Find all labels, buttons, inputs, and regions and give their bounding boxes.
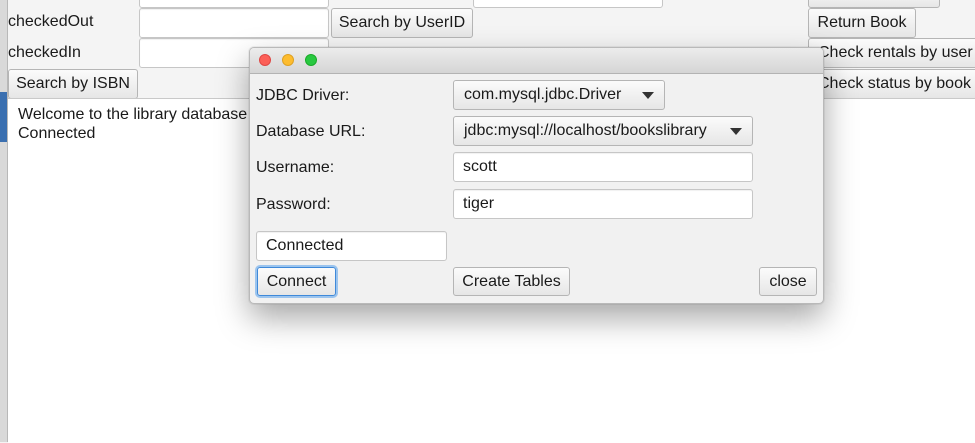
jdbc-driver-select[interactable]: com.mysql.jdbc.Driver [453, 80, 665, 110]
connection-status-field[interactable]: Connected [256, 231, 447, 261]
username-field[interactable]: scott [453, 152, 753, 182]
chevron-down-icon [642, 91, 654, 99]
database-url-value: jdbc:mysql://localhost/bookslibrary [464, 122, 707, 139]
close-window-icon[interactable] [259, 54, 271, 66]
top-field-2[interactable] [473, 0, 663, 8]
top-field-1[interactable] [139, 0, 329, 8]
checked-in-label: checkedIn [8, 44, 81, 61]
search-by-userid-button[interactable]: Search by UserID [331, 8, 473, 38]
background-window-edge [0, 0, 8, 442]
zoom-window-icon[interactable] [305, 54, 317, 66]
jdbc-driver-value: com.mysql.jdbc.Driver [464, 86, 622, 103]
background-window-accent [0, 92, 7, 142]
checked-out-label: checkedOut [8, 13, 94, 30]
checked-out-field[interactable] [139, 8, 329, 38]
dialog-titlebar[interactable] [250, 48, 823, 74]
console-line-status: Connected [18, 125, 96, 142]
database-url-select[interactable]: jdbc:mysql://localhost/bookslibrary [453, 116, 753, 146]
check-status-by-book-button[interactable]: Check status by book [808, 69, 975, 99]
password-field[interactable]: tiger [453, 189, 753, 219]
database-connection-dialog: JDBC Driver: com.mysql.jdbc.Driver Datab… [249, 47, 824, 304]
check-rentals-by-user-button[interactable]: Check rentals by user i [808, 38, 975, 68]
create-tables-button[interactable]: Create Tables [453, 267, 570, 296]
return-book-button[interactable]: Return Book [808, 8, 916, 38]
close-button[interactable]: close [759, 267, 817, 296]
password-label: Password: [256, 196, 331, 213]
minimize-window-icon[interactable] [282, 54, 294, 66]
console-line-welcome: Welcome to the library database c [18, 106, 260, 123]
chevron-down-icon [730, 127, 742, 135]
connect-button[interactable]: Connect [257, 267, 336, 296]
top-button-partial[interactable] [808, 0, 940, 8]
jdbc-driver-label: JDBC Driver: [256, 87, 350, 104]
database-url-label: Database URL: [256, 123, 366, 140]
search-by-isbn-button[interactable]: Search by ISBN [8, 69, 138, 99]
username-label: Username: [256, 159, 335, 176]
